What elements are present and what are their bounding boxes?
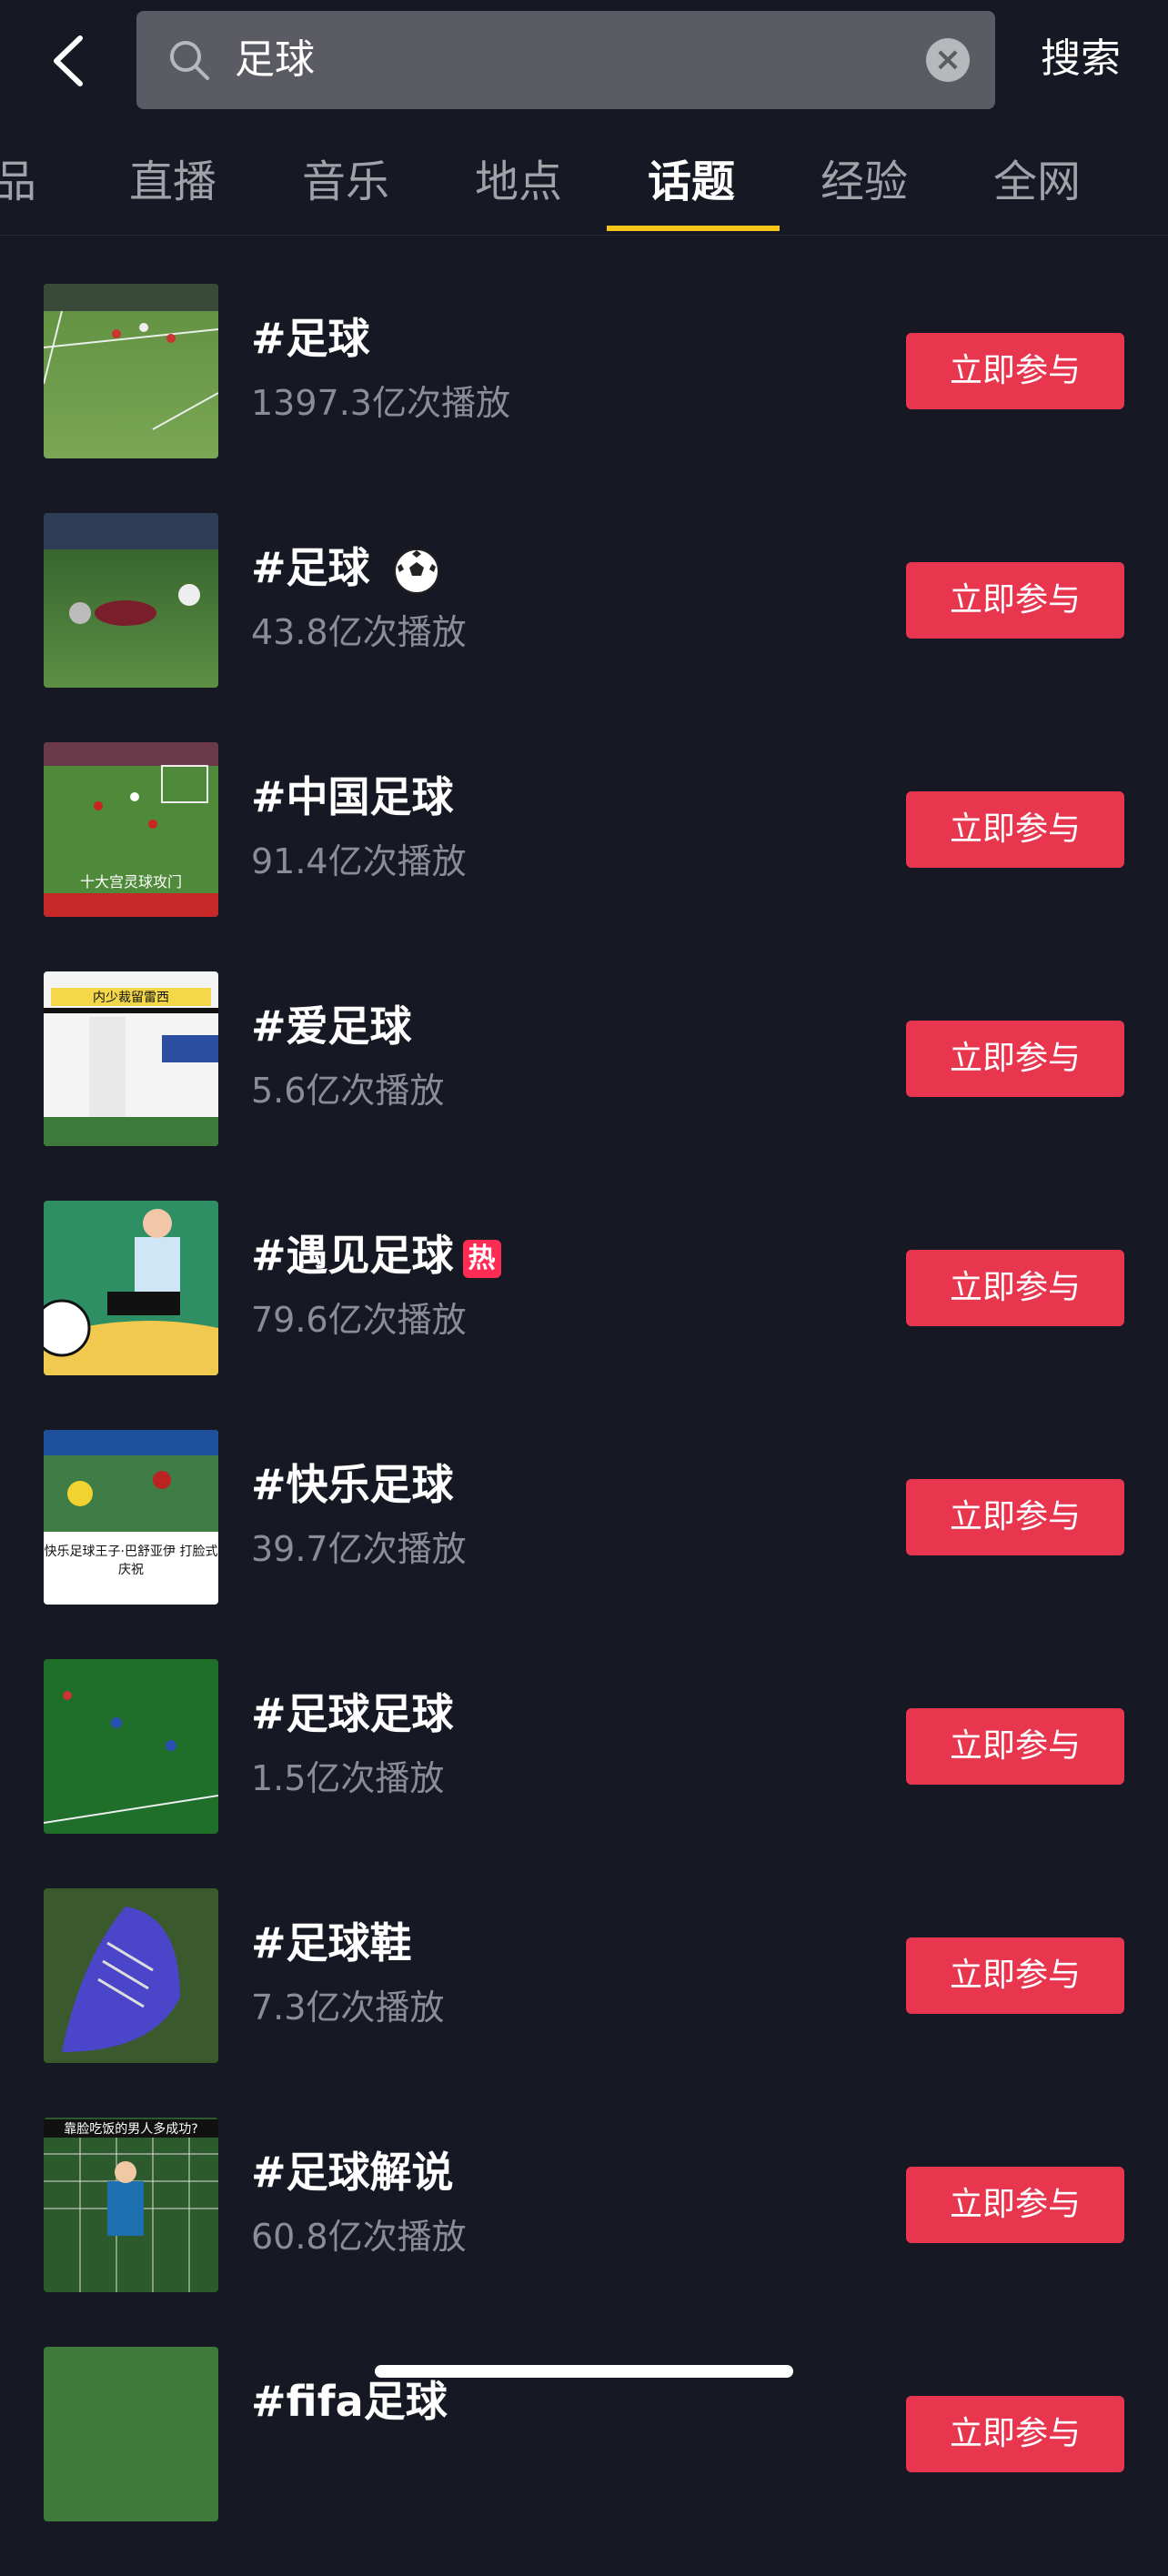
topic-play-count: 43.8亿次播放 bbox=[251, 612, 467, 652]
search-input[interactable]: 足球 × bbox=[136, 11, 995, 109]
topic-play-count: 1397.3亿次播放 bbox=[251, 383, 510, 423]
join-button[interactable]: 立即参与 bbox=[906, 2396, 1124, 2472]
active-tab-indicator bbox=[607, 226, 780, 231]
topic-play-count: 39.7亿次播放 bbox=[251, 1529, 467, 1569]
search-query: 足球 bbox=[235, 36, 315, 83]
topic-row[interactable]: 靠脸吃饭的男人多成功? #足球解说 60.8亿次播放 立即参与 bbox=[0, 2118, 1168, 2347]
topic-play-count: 5.6亿次播放 bbox=[251, 1071, 445, 1111]
topic-title: #遇见足球热 bbox=[251, 1223, 501, 1283]
tab-topics[interactable]: 话题 bbox=[648, 146, 735, 218]
tab-all-web[interactable]: 全网 bbox=[993, 146, 1081, 218]
hot-badge: 热 bbox=[462, 1239, 501, 1278]
join-button[interactable]: 立即参与 bbox=[906, 2167, 1124, 2243]
join-button[interactable]: 立即参与 bbox=[906, 562, 1124, 639]
topic-row[interactable]: #足球 43.8亿次播放 立即参与 bbox=[0, 513, 1168, 742]
topic-title: #快乐足球 bbox=[251, 1460, 454, 1509]
tab-places[interactable]: 地点 bbox=[475, 146, 562, 218]
join-button[interactable]: 立即参与 bbox=[906, 1021, 1124, 1097]
back-chevron-icon[interactable] bbox=[45, 33, 91, 89]
thumbnail-caption: 内少裁留雷西 bbox=[51, 988, 211, 1006]
thumbnail-caption: 靠脸吃饭的男人多成功? bbox=[44, 2119, 218, 2138]
topic-row[interactable]: #足球足球 1.5亿次播放 立即参与 bbox=[0, 1659, 1168, 1888]
topic-thumbnail[interactable] bbox=[44, 284, 218, 458]
topic-title: #足球鞋 bbox=[251, 1918, 412, 1967]
thumbnail-caption: 十大宫灵球攻门 bbox=[79, 873, 182, 891]
soccer-ball-icon bbox=[393, 548, 439, 594]
topic-title: #足球足球 bbox=[251, 1689, 454, 1738]
tab-music[interactable]: 音乐 bbox=[302, 146, 389, 218]
search-icon bbox=[170, 41, 209, 80]
topic-title: #足球 bbox=[251, 535, 441, 596]
clear-icon[interactable]: × bbox=[926, 38, 970, 82]
topic-play-count: 7.3亿次播放 bbox=[251, 1987, 445, 2028]
join-button[interactable]: 立即参与 bbox=[906, 1479, 1124, 1555]
topic-thumbnail[interactable]: 靠脸吃饭的男人多成功? bbox=[44, 2118, 218, 2292]
join-button[interactable]: 立即参与 bbox=[906, 1937, 1124, 2014]
tab-live[interactable]: 直播 bbox=[129, 146, 216, 218]
join-button[interactable]: 立即参与 bbox=[906, 1250, 1124, 1326]
tab-experience[interactable]: 经验 bbox=[821, 146, 908, 218]
thumbnail-caption: 快乐足球王子·巴舒亚伊 打脸式庆祝 bbox=[44, 1545, 218, 1577]
topic-play-count: 91.4亿次播放 bbox=[251, 841, 467, 881]
topic-title: #足球 bbox=[251, 314, 370, 363]
topic-row[interactable]: #足球鞋 7.3亿次播放 立即参与 bbox=[0, 1888, 1168, 2118]
topic-thumbnail[interactable] bbox=[44, 1659, 218, 1834]
topic-row[interactable]: 快乐足球王子·巴舒亚伊 打脸式庆祝 #快乐足球 39.7亿次播放 立即参与 bbox=[0, 1430, 1168, 1659]
topic-thumbnail[interactable] bbox=[44, 2347, 218, 2521]
topic-row[interactable]: 内少裁留雷西 #爱足球 5.6亿次播放 立即参与 bbox=[0, 971, 1168, 1201]
topic-title: #足球解说 bbox=[251, 2148, 454, 2197]
tab-bar: 品 直播 音乐 地点 话题 经验 全网 bbox=[0, 136, 1168, 236]
top-bar: 足球 × 搜索 bbox=[0, 0, 1168, 118]
topic-thumbnail[interactable]: 快乐足球王子·巴舒亚伊 打脸式庆祝 bbox=[44, 1430, 218, 1605]
topic-play-count: 60.8亿次播放 bbox=[251, 2217, 467, 2257]
topic-thumbnail[interactable]: 十大宫灵球攻门 bbox=[44, 742, 218, 917]
topic-row[interactable]: #足球 1397.3亿次播放 立即参与 bbox=[0, 284, 1168, 513]
join-button[interactable]: 立即参与 bbox=[906, 333, 1124, 409]
topic-thumbnail[interactable]: 内少裁留雷西 bbox=[44, 971, 218, 1146]
topic-row[interactable]: #fifa足球 立即参与 bbox=[0, 2347, 1168, 2576]
topic-thumbnail[interactable] bbox=[44, 1888, 218, 2063]
join-button[interactable]: 立即参与 bbox=[906, 791, 1124, 868]
tab-works[interactable]: 品 bbox=[0, 146, 36, 218]
home-indicator bbox=[375, 2365, 793, 2378]
topic-thumbnail[interactable] bbox=[44, 513, 218, 688]
topic-title: #爱足球 bbox=[251, 1001, 412, 1051]
search-button[interactable]: 搜索 bbox=[1041, 27, 1121, 91]
topic-row[interactable]: #遇见足球热 79.6亿次播放 立即参与 bbox=[0, 1201, 1168, 1430]
topic-play-count: 79.6亿次播放 bbox=[251, 1300, 467, 1340]
topic-title: #中国足球 bbox=[251, 772, 454, 821]
topic-play-count: 1.5亿次播放 bbox=[251, 1758, 445, 1798]
join-button[interactable]: 立即参与 bbox=[906, 1708, 1124, 1785]
topic-thumbnail[interactable] bbox=[44, 1201, 218, 1375]
topic-row[interactable]: 十大宫灵球攻门 #中国足球 91.4亿次播放 立即参与 bbox=[0, 742, 1168, 971]
